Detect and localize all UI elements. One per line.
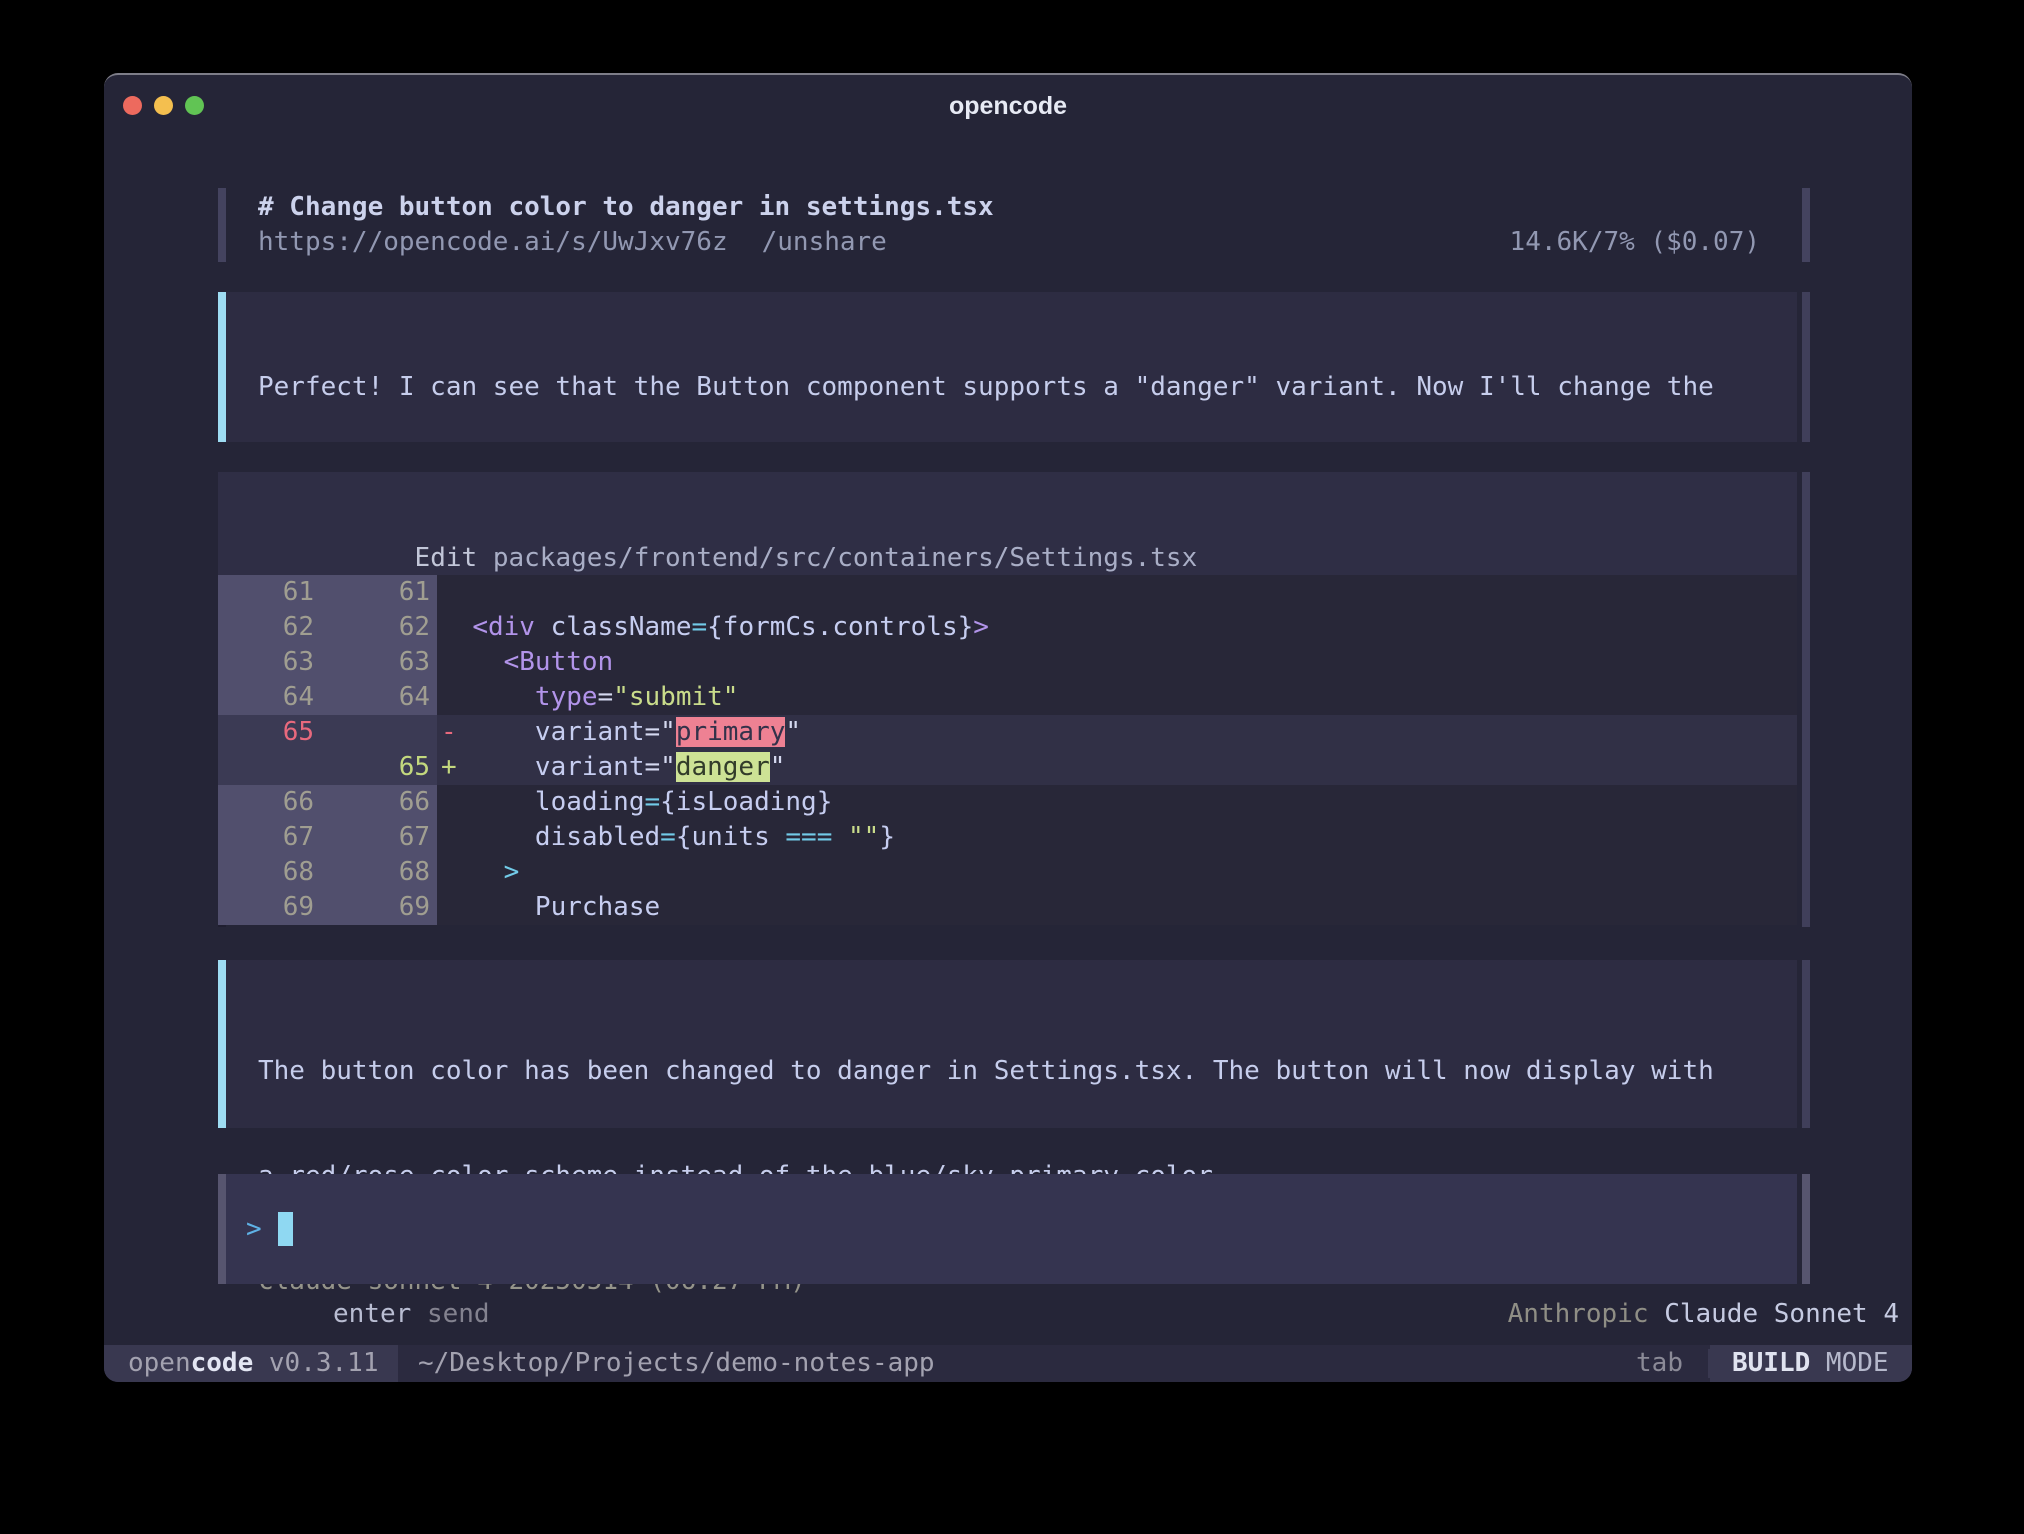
diff-code-line: type="submit" [437, 680, 1797, 715]
line-number-gutter: 65 [218, 715, 437, 750]
prompt-input[interactable]: > [218, 1174, 1814, 1284]
edit-header: Edit packages/frontend/src/containers/Se… [218, 472, 1797, 575]
edit-scrollbar-track[interactable] [1802, 472, 1810, 927]
text-cursor [278, 1212, 293, 1246]
added-sign: + [441, 750, 457, 785]
screen: opencode # Change button color to danger… [0, 0, 2024, 1534]
line-number-gutter: 6161 [218, 575, 437, 610]
input-left-rule [218, 1174, 226, 1284]
mode-indicator[interactable]: BUILD MODE [1710, 1345, 1912, 1382]
app-version-chip: opencode v0.3.11 [104, 1345, 398, 1382]
diff-code-line: <Button [437, 645, 1797, 680]
unshare-command: /unshare [762, 225, 887, 260]
line-number-gutter: 6464 [218, 680, 437, 715]
titlebar: opencode [104, 75, 1912, 133]
diff-row: 6363 <Button [218, 645, 1797, 680]
send-hint: enter send [333, 1297, 490, 1332]
diff-row: 65+ variant="danger" [218, 750, 1797, 785]
diff-row: 6262 <div className={formCs.controls}> [218, 610, 1797, 645]
message-accent-bar [218, 292, 226, 442]
diff-row: 6767 disabled={units === ""} [218, 820, 1797, 855]
diff-code-line: + variant="danger" [437, 750, 1797, 785]
message-right-rule [1802, 292, 1810, 442]
window-title: opencode [104, 92, 1912, 121]
diff-row: 6161 [218, 575, 1797, 610]
message-accent-bar [218, 960, 226, 1128]
session-left-rule [218, 188, 226, 262]
diff-code-line: > [437, 855, 1797, 890]
message-line: Perfect! I can see that the Button compo… [258, 370, 1754, 405]
session-title: # Change button color to danger in setti… [258, 190, 1814, 225]
line-number-gutter: 6666 [218, 785, 437, 820]
edit-file-path: packages/frontend/src/containers/Setting… [493, 543, 1197, 573]
status-bar: opencode v0.3.11 ~/Desktop/Projects/demo… [104, 1345, 1912, 1382]
token-cost-stats: 14.6K/7% ($0.07) [1510, 225, 1760, 260]
line-number-gutter: 6363 [218, 645, 437, 680]
working-directory: ~/Desktop/Projects/demo-notes-app [418, 1345, 935, 1382]
message-line: The button color has been changed to dan… [258, 1054, 1754, 1089]
edit-action-label: Edit [415, 543, 493, 573]
assistant-message: The button color has been changed to dan… [218, 960, 1814, 1128]
diff-code-line: disabled={units === ""} [437, 820, 1797, 855]
removed-sign: - [441, 715, 457, 750]
session-header: # Change button color to danger in setti… [218, 188, 1814, 262]
diff-row: 6969 Purchase [218, 890, 1797, 925]
diff-code-line: - variant="primary" [437, 715, 1797, 750]
diff-row: 6666 loading={isLoading} [218, 785, 1797, 820]
diff-code-line [437, 575, 1797, 610]
edit-tool-block: Edit packages/frontend/src/containers/Se… [218, 472, 1814, 927]
line-number-gutter: 6262 [218, 610, 437, 645]
input-right-rule [1802, 1174, 1810, 1284]
diff-row: 6464 type="submit" [218, 680, 1797, 715]
hints-row: enter send Anthropic Claude Sonnet 4 [333, 1297, 1899, 1332]
diff-view: 61616262 <div className={formCs.controls… [218, 575, 1797, 925]
diff-row: 6868 > [218, 855, 1797, 890]
line-number-gutter: 6767 [218, 820, 437, 855]
line-number-gutter: 6969 [218, 890, 437, 925]
share-url: https://opencode.ai/s/UwJxv76z [258, 225, 728, 260]
model-indicator: Anthropic Claude Sonnet 4 [1508, 1297, 1899, 1332]
tab-key-hint: tab [1636, 1345, 1683, 1382]
input-background [218, 1174, 1797, 1284]
diff-code-line: loading={isLoading} [437, 785, 1797, 820]
prompt-chevron: > [246, 1214, 262, 1244]
line-number-gutter: 6868 [218, 855, 437, 890]
line-number-gutter: 65 [218, 750, 437, 785]
opencode-window: opencode # Change button color to danger… [104, 73, 1912, 1382]
diff-code-line: <div className={formCs.controls}> [437, 610, 1797, 645]
diff-code-line: Purchase [437, 890, 1797, 925]
message-right-rule [1802, 960, 1810, 1128]
diff-row: 65- variant="primary" [218, 715, 1797, 750]
assistant-message: Perfect! I can see that the Button compo… [218, 292, 1814, 442]
